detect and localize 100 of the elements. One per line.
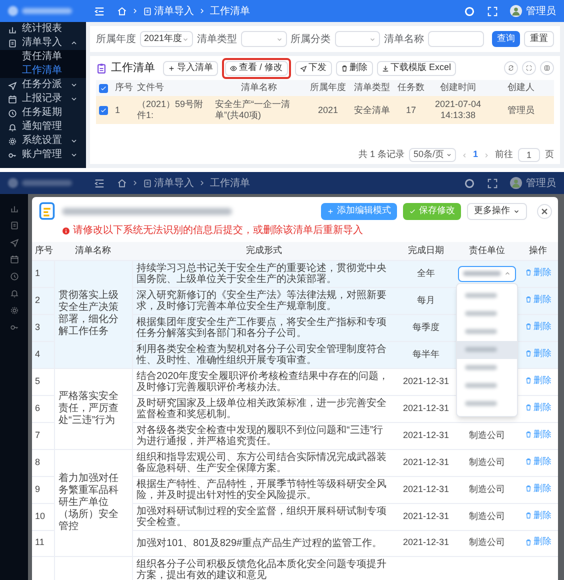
- sidebar-item[interactable]: 账户管理: [0, 148, 86, 162]
- toolbar-button[interactable]: 导入清单: [163, 60, 218, 76]
- eye-icon: [230, 64, 237, 72]
- circle-icon[interactable]: [464, 178, 475, 188]
- trash-icon: [524, 458, 532, 466]
- sidebar-item[interactable]: 通知管理: [0, 120, 86, 134]
- sidebar-subitem[interactable]: 工作清单: [0, 64, 86, 78]
- table-cell: 2021-12-31: [396, 503, 456, 530]
- gear-icon[interactable]: [10, 306, 18, 315]
- clock-icon[interactable]: [10, 272, 18, 281]
- table-cell: 全年: [396, 260, 456, 287]
- search-button[interactable]: 查询: [492, 31, 520, 47]
- list-document-icon: [38, 202, 56, 220]
- send-icon[interactable]: [10, 238, 18, 247]
- close-icon[interactable]: [537, 204, 552, 218]
- table-cell: 8: [32, 449, 54, 476]
- toolbar-button[interactable]: 下发: [294, 60, 332, 76]
- key-icon[interactable]: [10, 323, 18, 332]
- chevron-down-icon: [369, 36, 376, 42]
- sidebar-item[interactable]: 任务分派: [0, 78, 86, 92]
- trash-icon: [524, 377, 532, 384]
- breadcrumb-link[interactable]: 清单导入: [154, 176, 194, 190]
- checkbox[interactable]: [99, 106, 108, 114]
- table-cell: 9: [32, 476, 54, 503]
- chevron-right-icon: [131, 7, 139, 15]
- column-header: 序号: [32, 242, 54, 260]
- column-header: 完成形式: [132, 242, 396, 260]
- sidebar-subitem[interactable]: 责任清单: [0, 50, 86, 64]
- field-label: 清单名称: [384, 32, 424, 46]
- more-button[interactable]: 更多操作: [467, 202, 527, 220]
- avatar-icon[interactable]: [510, 5, 522, 17]
- document-icon[interactable]: [10, 221, 18, 230]
- send-icon: [300, 64, 307, 72]
- select-field[interactable]: [458, 266, 516, 282]
- column-header: 创建时间: [428, 80, 488, 96]
- toolbar-button[interactable]: 删除: [336, 60, 373, 76]
- column-header: 所属年度: [306, 80, 350, 96]
- gear-icon: [8, 136, 17, 146]
- user-name[interactable]: 管理员: [526, 176, 556, 190]
- refresh-icon[interactable]: [504, 61, 518, 75]
- table-cell: 2021-12-31: [396, 449, 456, 476]
- bell-icon[interactable]: [10, 289, 18, 298]
- sidebar-item[interactable]: 统计报表: [0, 22, 86, 36]
- table-cell: 着力加强对任务繁重军品科研生产单位（场所）安全管控: [54, 449, 132, 556]
- table-cell: 贯彻落实上级安全生产决策部署，细化分解工作任务: [54, 260, 132, 368]
- home-icon[interactable]: [117, 6, 127, 16]
- table-cell: 安全清单: [350, 96, 394, 124]
- table-cell: 6: [32, 395, 54, 422]
- chevron-up-icon: [504, 270, 511, 277]
- user-name[interactable]: 管理员: [526, 4, 556, 18]
- field-label: 所属分类: [290, 32, 331, 46]
- columns-icon[interactable]: [540, 61, 554, 75]
- toolbar-button[interactable]: 下载模版 Excel: [376, 60, 456, 76]
- record-count: 共 1 条记录: [358, 148, 404, 162]
- table-cell: 组织和指导宏观公司、东方公司结合实际情况完成武器装备应急科研、生产安全保障方案。: [132, 449, 396, 476]
- avatar-icon[interactable]: [510, 177, 522, 189]
- table-cell: 2021: [306, 96, 350, 124]
- toolbar-button[interactable]: 查看 / 修改: [225, 60, 288, 76]
- page-input[interactable]: 1: [518, 148, 540, 162]
- page-unit: 页: [545, 148, 554, 162]
- table-cell: 制造公司: [469, 484, 505, 494]
- plus-icon: [327, 208, 334, 214]
- select-field[interactable]: 2021年度: [140, 31, 194, 47]
- circle-icon[interactable]: [464, 6, 475, 16]
- page-size-select[interactable]: 50条/页: [409, 148, 456, 162]
- chevron-down-icon: [182, 36, 190, 42]
- trash-icon: [524, 296, 532, 304]
- section-title: 工作清单: [111, 60, 155, 76]
- reset-button[interactable]: 重置: [524, 31, 554, 47]
- page-number[interactable]: 1: [472, 148, 478, 162]
- trash-icon: [524, 269, 532, 276]
- table-cell: 1: [112, 96, 134, 124]
- table-cell: 2021-12-31: [396, 476, 456, 503]
- menu-icon[interactable]: [94, 6, 105, 16]
- blurred-text: [22, 180, 72, 186]
- table-cell: （2021）59号附件1:: [134, 96, 212, 124]
- column-header: 清单名称: [54, 242, 132, 260]
- trash-icon: [340, 64, 348, 72]
- column-header: 文件号: [134, 80, 212, 96]
- menu-icon[interactable]: [94, 178, 105, 188]
- check-icon: [100, 84, 107, 92]
- field-label: 清单类型: [197, 32, 238, 46]
- blurred-logo: [8, 178, 18, 188]
- table-cell: 制造公司: [469, 537, 505, 548]
- table-cell: 5: [32, 368, 54, 395]
- chart-icon[interactable]: [10, 204, 18, 213]
- sidebar-item[interactable]: 上报记录: [0, 92, 86, 106]
- chevron-right-icon: [198, 7, 206, 15]
- checkbox[interactable]: [99, 84, 108, 92]
- sidebar-item[interactable]: 清单导入: [0, 36, 86, 50]
- sidebar-item[interactable]: 系统设置: [0, 134, 86, 148]
- table-cell: 2021-12-31: [396, 368, 456, 395]
- table-cell: 每月: [396, 287, 456, 314]
- trash-icon: [524, 538, 532, 546]
- home-icon[interactable]: [117, 178, 127, 188]
- input-field[interactable]: [428, 31, 484, 47]
- sidebar-item[interactable]: 任务延期: [0, 106, 86, 120]
- breadcrumb-link[interactable]: 清单导入: [154, 4, 194, 18]
- calendar-icon[interactable]: [10, 255, 18, 264]
- table-cell: 1: [32, 260, 54, 287]
